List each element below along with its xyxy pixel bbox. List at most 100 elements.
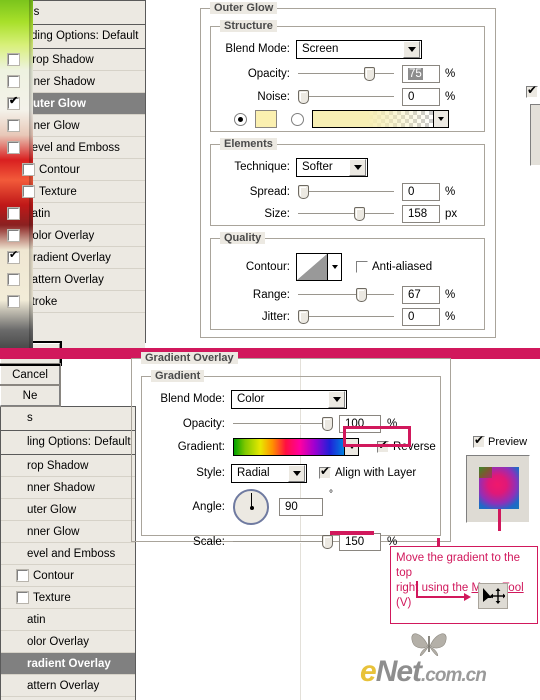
radio-solid-color[interactable] — [234, 112, 247, 126]
checkbox-texture[interactable] — [22, 185, 35, 198]
sidebar-item-pattern-overlay[interactable]: attern Overlay — [1, 675, 135, 697]
slider-track — [298, 96, 394, 98]
sidebar-item-texture[interactable]: Texture — [1, 587, 135, 609]
checkbox-contour[interactable] — [22, 163, 35, 176]
technique-value: Softer — [302, 161, 333, 173]
gradient-title: Gradient — [151, 370, 205, 382]
checkbox-drop-shadow[interactable] — [7, 53, 20, 66]
technique-label: Technique: — [234, 161, 290, 173]
style-label: Style: — [196, 467, 225, 479]
opacity-label: Opacity: — [182, 418, 225, 430]
sidebar-item-label: radient Overlay — [27, 657, 111, 670]
spread-unit: % — [445, 186, 456, 198]
move-tool-icon[interactable] — [478, 583, 508, 609]
slider-knob[interactable] — [298, 310, 309, 324]
spread-input[interactable]: 0 — [402, 183, 440, 201]
blend-mode-dropdown[interactable]: Color — [231, 389, 347, 409]
checkbox-box[interactable] — [473, 434, 485, 448]
angle-dial[interactable] — [233, 489, 269, 525]
sidebar-item-inner-glow[interactable]: nner Glow — [1, 521, 135, 543]
gradient-preview-swatch[interactable] — [233, 438, 345, 456]
checkbox-contour[interactable] — [16, 569, 29, 582]
slider-knob[interactable] — [322, 535, 333, 549]
noise-slider[interactable] — [298, 89, 394, 105]
size-input[interactable]: 158 — [402, 205, 440, 223]
sidebar-item-outer-glow[interactable]: uter Glow — [1, 499, 135, 521]
range-slider[interactable] — [298, 287, 394, 303]
checkbox-outer-glow[interactable] — [7, 96, 20, 110]
sidebar-item-color-overlay[interactable]: olor Overlay — [1, 631, 135, 653]
spread-slider[interactable] — [298, 184, 394, 200]
checkbox-color-overlay[interactable] — [7, 229, 20, 242]
angle-value: 90 — [285, 501, 298, 513]
anti-aliased-checkbox[interactable]: Anti-aliased — [356, 261, 432, 273]
checkbox-satin[interactable] — [7, 207, 20, 220]
checkbox-box[interactable] — [526, 84, 538, 98]
range-input[interactable]: 67 — [402, 286, 440, 304]
slider-knob[interactable] — [356, 288, 367, 302]
noise-input[interactable]: 0 — [402, 88, 440, 106]
checkbox-texture[interactable] — [16, 591, 29, 604]
opacity-input[interactable]: 75 — [402, 65, 440, 83]
chevron-down-icon[interactable] — [328, 390, 345, 408]
checkbox-bevel-and-emboss[interactable] — [7, 141, 20, 154]
sidebar-item-label: Contour — [33, 569, 74, 582]
contour-preview[interactable] — [296, 253, 328, 281]
sidebar-item-contour[interactable]: Contour — [1, 565, 135, 587]
slider-knob[interactable] — [364, 67, 375, 81]
jitter-slider[interactable] — [298, 309, 394, 325]
slider-track — [298, 73, 394, 75]
styles-list-header: s — [1, 407, 135, 431]
preview-checkbox[interactable]: Preview — [473, 434, 527, 448]
gradient-blend-mode-row: Blend Mode: Color — [149, 389, 347, 409]
slider-knob[interactable] — [298, 90, 309, 104]
align-with-layer-checkbox[interactable]: Align with Layer — [319, 465, 416, 479]
scale-input[interactable]: 150 — [339, 533, 381, 551]
chevron-down-icon[interactable] — [288, 464, 305, 482]
checkbox-pattern-overlay[interactable] — [7, 273, 20, 286]
technique-dropdown[interactable]: Softer — [296, 157, 368, 177]
opacity-slider[interactable] — [298, 66, 394, 82]
sidebar-item-bevel-and-emboss[interactable]: evel and Emboss — [1, 543, 135, 565]
opacity-slider[interactable] — [233, 416, 333, 432]
size-value: 158 — [408, 208, 428, 220]
chevron-down-icon[interactable] — [328, 253, 342, 281]
checkbox-gradient-overlay[interactable] — [7, 250, 20, 264]
sidebar-item-drop-shadow[interactable]: rop Shadow — [1, 455, 135, 477]
bottom-styles-list[interactable]: s ling Options: Default rop Shadow nner … — [0, 406, 136, 700]
slider-knob[interactable] — [354, 207, 365, 221]
checkbox-inner-shadow[interactable] — [7, 75, 20, 88]
top-preview-checkbox[interactable]: Preview — [526, 84, 540, 98]
sidebar-item-label: Bevel and Emboss — [24, 141, 120, 154]
glow-source-row — [234, 110, 484, 128]
checkbox-stroke[interactable] — [7, 295, 20, 308]
slider-knob[interactable] — [322, 417, 333, 431]
watermark: eNet.com.cn — [360, 655, 487, 689]
blending-options-row[interactable]: ling Options: Default — [1, 431, 135, 455]
opacity-label: Opacity: — [247, 68, 290, 80]
chevron-down-icon[interactable] — [403, 40, 420, 58]
style-dropdown[interactable]: Radial — [231, 463, 307, 483]
top-cancel-button[interactable]: Cancel — [0, 363, 61, 386]
jitter-label: Jitter: — [261, 311, 290, 323]
scale-slider[interactable] — [233, 534, 333, 550]
chevron-down-icon[interactable] — [434, 110, 449, 128]
glow-gradient-swatch[interactable] — [312, 110, 434, 128]
annotation-line-2-post: (V) — [396, 597, 412, 609]
sidebar-item-inner-shadow[interactable]: nner Shadow — [1, 477, 135, 499]
checkbox-box[interactable] — [319, 465, 331, 479]
checkbox-box[interactable] — [356, 261, 368, 273]
checkbox-inner-glow[interactable] — [7, 119, 20, 132]
jitter-input[interactable]: 0 — [402, 308, 440, 326]
top-new-style-button[interactable]: Ne — [0, 384, 61, 407]
blend-mode-dropdown[interactable]: Screen — [296, 39, 422, 59]
chevron-down-icon[interactable] — [349, 158, 366, 176]
sidebar-item-label: Outer Glow — [24, 97, 86, 110]
slider-knob[interactable] — [298, 185, 309, 199]
sidebar-item-satin[interactable]: atin — [1, 609, 135, 631]
glow-color-swatch[interactable] — [255, 110, 277, 128]
size-slider[interactable] — [298, 206, 394, 222]
sidebar-item-gradient-overlay[interactable]: radient Overlay — [1, 653, 135, 675]
angle-input[interactable]: 90 — [279, 498, 323, 516]
radio-gradient[interactable] — [291, 112, 304, 126]
